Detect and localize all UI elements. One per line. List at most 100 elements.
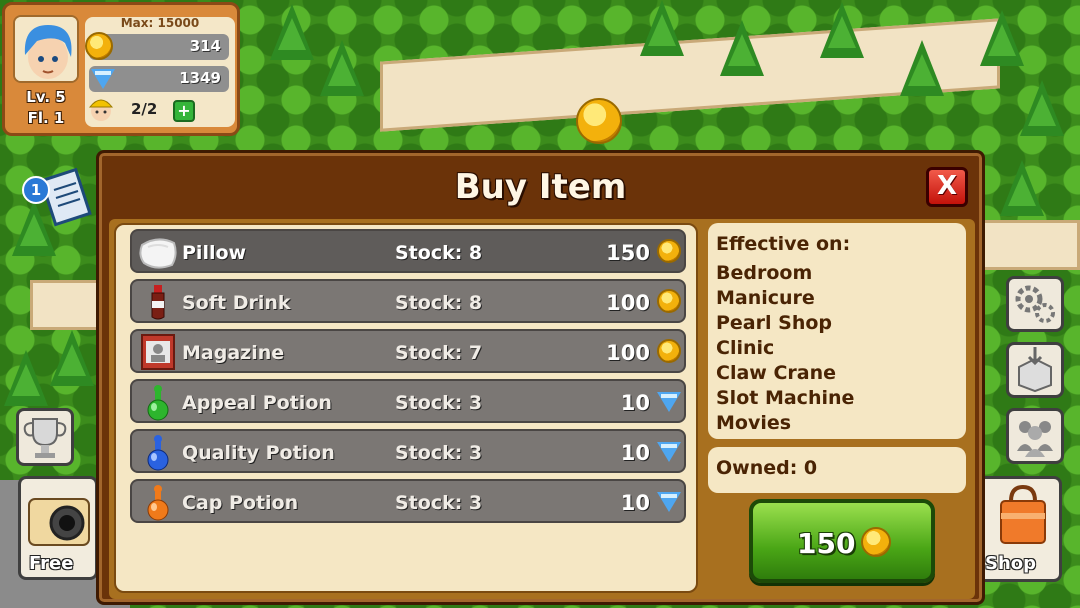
effective-on-item: Bedroom xyxy=(716,262,813,284)
item-stock: Stock: 8 xyxy=(395,242,483,264)
free-label: Free xyxy=(29,553,74,574)
coin-count: 314 xyxy=(189,37,221,55)
max-coins-label: Max: 15000 xyxy=(120,16,200,30)
effective-on-item: Manicure xyxy=(716,287,815,309)
pine-tree xyxy=(270,4,314,60)
item-row-quality-potion[interactable]: Quality Potion Stock: 3 10 xyxy=(130,429,686,473)
item-row-soft-drink[interactable]: Soft Drink Stock: 8 100 xyxy=(130,279,686,323)
buy-item-dialog: Buy Item X Pillow Stock: 8 150 Soft Drin… xyxy=(96,150,985,605)
coin-icon xyxy=(85,32,113,60)
effective-on-item: Claw Crane xyxy=(716,362,836,384)
item-row-appeal-potion[interactable]: Appeal Potion Stock: 3 10 xyxy=(130,379,686,423)
pine-tree xyxy=(50,330,94,386)
item-list: Pillow Stock: 8 150 Soft Drink Stock: 8 … xyxy=(114,223,698,593)
level-info: Lv. 5 Fl. 1 xyxy=(15,87,77,129)
item-stock: Stock: 8 xyxy=(395,292,483,314)
buy-price: 150 xyxy=(797,527,856,560)
floor-number: Fl. 1 xyxy=(27,109,65,127)
pine-tree xyxy=(320,40,364,96)
pine-tree xyxy=(1020,80,1064,136)
coin-icon xyxy=(657,239,681,263)
coin-icon xyxy=(861,527,891,557)
worker-icon xyxy=(88,99,114,121)
player-level: Lv. 5 xyxy=(26,88,66,106)
item-name: Soft Drink xyxy=(182,292,291,314)
gem-icon xyxy=(91,69,115,89)
pine-tree xyxy=(640,0,684,56)
effective-on-item: Pearl Shop xyxy=(716,312,832,334)
green-potion-icon xyxy=(147,385,169,421)
shop-label: Shop xyxy=(985,553,1037,574)
add-worker-button[interactable]: + xyxy=(173,100,195,122)
gem-icon xyxy=(657,392,681,412)
item-price: 10 xyxy=(620,441,650,465)
item-name: Appeal Potion xyxy=(182,392,332,414)
effective-on-item: Slot Machine xyxy=(716,387,855,409)
close-button[interactable]: X xyxy=(926,167,968,207)
player-avatar[interactable] xyxy=(13,15,79,83)
resource-panel: Max: 15000 314 1349 2/2 + xyxy=(85,16,235,127)
effective-on-item: Clinic xyxy=(716,337,775,359)
effective-on-list: Bedroom Manicure Pearl Shop Clinic Claw … xyxy=(716,261,958,436)
magazine-icon xyxy=(141,334,175,370)
pillow-icon xyxy=(139,238,177,269)
dialog-title: Buy Item xyxy=(454,167,627,207)
item-price: 10 xyxy=(620,491,650,515)
effective-on-title: Effective on: xyxy=(716,233,851,255)
gem-icon xyxy=(657,442,681,462)
item-name: Magazine xyxy=(182,342,285,364)
coin-icon xyxy=(657,289,681,313)
worker-count: 2/2 xyxy=(131,100,158,118)
coin-bubble-icon[interactable] xyxy=(576,98,622,144)
worker-counter: 2/2 + xyxy=(88,97,229,123)
item-price: 150 xyxy=(606,241,650,265)
item-stock: Stock: 3 xyxy=(395,442,483,464)
owned-count: Owned: 0 xyxy=(708,447,966,493)
item-price: 100 xyxy=(606,341,650,365)
pine-tree xyxy=(1000,160,1044,216)
item-price: 100 xyxy=(606,291,650,315)
item-row-magazine[interactable]: Magazine Stock: 7 100 xyxy=(130,329,686,373)
trophy-button[interactable] xyxy=(16,408,74,466)
blue-potion-icon xyxy=(147,435,169,471)
shop-button[interactable]: Shop xyxy=(976,476,1062,582)
item-name: Pillow xyxy=(182,242,247,264)
item-stock: Stock: 3 xyxy=(395,392,483,414)
buy-button[interactable]: 150 xyxy=(749,499,935,583)
gem-count: 1349 xyxy=(179,69,221,87)
box-download-icon xyxy=(1018,347,1052,393)
item-name: Quality Potion xyxy=(182,442,335,464)
gem-counter: 1349 xyxy=(89,66,229,92)
pine-tree xyxy=(720,20,764,76)
building-wall xyxy=(980,220,1080,270)
item-row-pillow[interactable]: Pillow Stock: 8 150 xyxy=(130,229,686,273)
dialog-body: Pillow Stock: 8 150 Soft Drink Stock: 8 … xyxy=(109,219,975,599)
storage-button[interactable] xyxy=(1006,342,1064,398)
orange-potion-icon xyxy=(147,485,169,521)
item-stock: Stock: 3 xyxy=(395,492,483,514)
pine-tree xyxy=(980,10,1024,66)
coin-counter: 314 xyxy=(85,32,229,60)
pine-tree xyxy=(4,350,48,406)
item-stock: Stock: 7 xyxy=(395,342,483,364)
camera-icon xyxy=(28,498,90,546)
coin-icon xyxy=(657,339,681,363)
shopping-bag-icon xyxy=(1000,484,1046,544)
people-icon xyxy=(1017,421,1053,457)
notification-badge: 1 xyxy=(22,176,50,204)
gear-icon xyxy=(1015,285,1055,323)
effective-on-panel: Effective on: Bedroom Manicure Pearl Sho… xyxy=(708,223,966,439)
gem-icon xyxy=(657,492,681,512)
pine-tree xyxy=(820,2,864,58)
soda-bottle-icon xyxy=(151,285,165,320)
effective-on-item: Movies xyxy=(716,412,792,434)
player-hud: Lv. 5 Fl. 1 Max: 15000 314 1349 2/2 + xyxy=(2,2,240,136)
item-row-cap-potion[interactable]: Cap Potion Stock: 3 10 xyxy=(130,479,686,523)
trophy-icon xyxy=(23,418,67,458)
staff-button[interactable] xyxy=(1006,408,1064,464)
settings-button[interactable] xyxy=(1006,276,1064,332)
pine-tree xyxy=(900,40,944,96)
free-camera-button[interactable]: Free xyxy=(18,476,98,580)
item-price: 10 xyxy=(620,391,650,415)
item-name: Cap Potion xyxy=(182,492,299,514)
